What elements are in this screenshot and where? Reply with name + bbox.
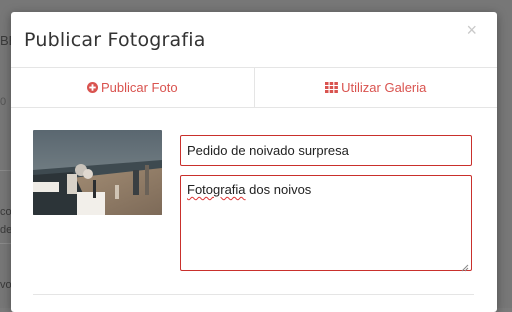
tab-label: Utilizar Galeria [341,80,427,95]
background-text: vo [0,279,12,291]
tab-publish-photo[interactable]: Publicar Foto [11,68,254,107]
background-divider [0,243,11,244]
background-divider [0,170,11,171]
close-button[interactable]: × [466,21,477,39]
tab-label: Publicar Foto [100,80,178,95]
tab-use-gallery[interactable]: Utilizar Galeria [253,68,498,107]
photo-title-input[interactable]: Pedido de noivado surpresa [180,135,472,166]
description-text: dos noivos [245,182,312,197]
divider [33,294,474,295]
background-text: co [0,206,12,218]
misspelled-word: Fotografia [187,182,246,197]
resize-handle-icon[interactable] [461,260,469,272]
photo-thumbnail[interactable] [33,130,162,215]
grid-icon [325,82,339,93]
photo-title-value: Pedido de noivado surpresa [187,143,349,158]
photo-description-textarea[interactable]: Fotografia dos noivos [180,175,472,272]
publish-photo-modal: Publicar Fotografia × Publicar Foto Util… [11,12,497,312]
plus-circle-icon [86,82,98,93]
background-text: 0 [0,96,7,108]
modal-header: Publicar Fotografia × [11,12,497,68]
modal-title: Publicar Fotografia [24,29,206,51]
tab-bar: Publicar Foto Utilizar Galeria [11,68,497,108]
